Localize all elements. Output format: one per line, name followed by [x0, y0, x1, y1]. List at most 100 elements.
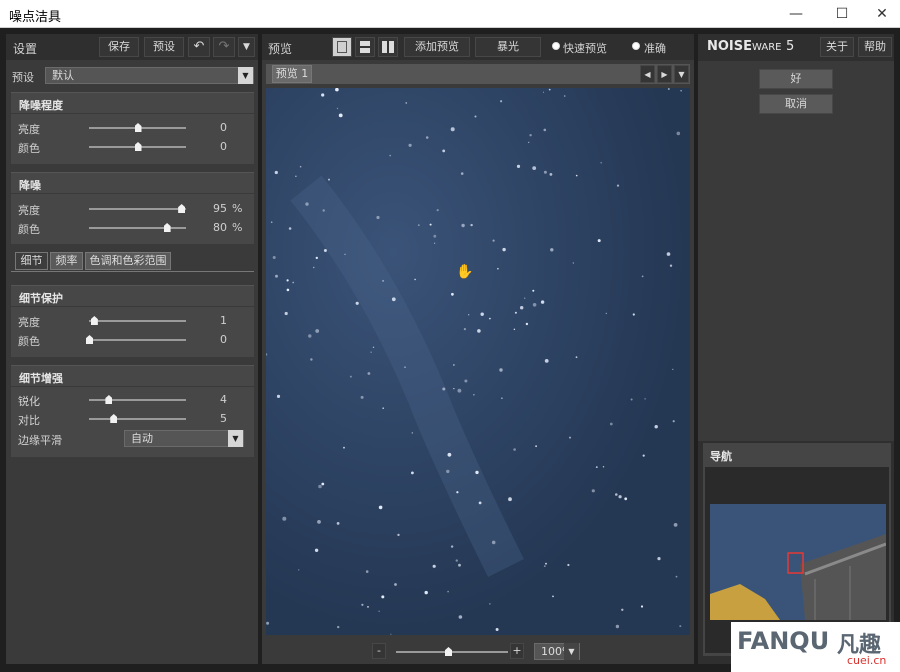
minimize-button[interactable]: —	[776, 0, 816, 28]
preset-select[interactable]: 默认 ▼	[45, 67, 254, 84]
accurate-radio[interactable]	[632, 42, 640, 50]
chevron-down-icon[interactable]: ▼	[674, 65, 689, 83]
split-vertical-icon[interactable]	[378, 37, 398, 57]
star	[321, 93, 325, 97]
star	[602, 466, 605, 468]
slider-thumb[interactable]	[105, 395, 113, 404]
tab-detail[interactable]: 细节	[15, 252, 48, 270]
star	[595, 466, 598, 468]
preview-image[interactable]: ✋	[266, 88, 690, 635]
zoom-out-button[interactable]: -	[372, 643, 386, 659]
star	[429, 223, 432, 226]
star	[463, 328, 466, 331]
navigator-thumbnail[interactable]	[710, 504, 886, 620]
star	[313, 266, 315, 269]
save-button[interactable]: 保存	[99, 37, 139, 57]
settings-panel: 设置 保存 预设 ↶ ↷ ▼ 预设 默认 ▼ 降噪程度 亮度 0 颜色 0 降噪…	[6, 34, 258, 664]
maximize-button[interactable]: ☐	[822, 0, 862, 28]
watermark-logo: FANQU 凡趣 cuei.cn	[731, 622, 900, 672]
contrast-slider[interactable]	[89, 418, 186, 420]
zoom-slider-thumb[interactable]	[445, 647, 452, 656]
star	[621, 608, 624, 611]
star	[567, 563, 570, 567]
zoom-slider[interactable]	[396, 651, 508, 653]
slider-thumb[interactable]	[134, 142, 142, 151]
slider-thumb[interactable]	[178, 204, 186, 213]
star	[382, 407, 384, 410]
star	[378, 505, 383, 510]
noise-reduction-color-slider[interactable]	[89, 227, 186, 229]
scroll-left-icon[interactable]: ◀	[640, 65, 655, 83]
tab-tone-color-range[interactable]: 色调和色彩范围	[85, 252, 171, 270]
noise-reduction-luminance-slider[interactable]	[89, 208, 186, 210]
star	[299, 165, 302, 168]
star	[336, 522, 340, 525]
detail-protection-luminance-slider[interactable]	[89, 320, 186, 322]
zoom-in-button[interactable]: +	[510, 643, 524, 659]
about-button[interactable]: 关于	[820, 37, 854, 57]
row-label: 对比	[18, 414, 40, 427]
star	[615, 493, 618, 496]
star	[408, 143, 412, 147]
star	[500, 100, 503, 103]
star	[545, 562, 547, 565]
single-view-icon[interactable]	[332, 37, 352, 57]
zoom-select[interactable]: 100% ▼	[534, 643, 580, 660]
edge-smoothing-select[interactable]: 自动 ▼	[124, 430, 244, 447]
star	[654, 425, 658, 429]
star	[673, 523, 678, 527]
star	[666, 252, 671, 256]
right-body	[698, 61, 894, 441]
row-value: 4	[220, 393, 227, 406]
split-horizontal-icon[interactable]	[355, 37, 375, 57]
divider	[11, 306, 254, 307]
star	[424, 590, 428, 595]
row-value: 80	[213, 221, 227, 234]
chevron-down-icon[interactable]: ▼	[238, 37, 255, 57]
undo-icon[interactable]: ↶	[188, 37, 210, 57]
right-panel: NOISEWARE 5 关于 帮助 好 取消 导航	[698, 34, 894, 664]
star	[447, 452, 452, 457]
close-button[interactable]: ✕	[862, 0, 900, 28]
star	[286, 288, 290, 292]
star	[276, 394, 281, 398]
slider-thumb[interactable]	[110, 414, 118, 423]
slider-thumb[interactable]	[86, 335, 93, 344]
slider-thumb[interactable]	[134, 123, 142, 132]
slider-thumb[interactable]	[90, 316, 98, 325]
ok-button[interactable]: 好	[759, 69, 833, 89]
star	[489, 317, 491, 320]
cancel-button[interactable]: 取消	[759, 94, 833, 114]
star	[667, 88, 670, 90]
detail-protection-color-slider[interactable]	[89, 339, 186, 341]
star	[442, 149, 446, 153]
scroll-right-icon[interactable]: ▶	[657, 65, 672, 83]
tab-frequency[interactable]: 频率	[50, 252, 83, 270]
sharpen-slider[interactable]	[89, 399, 186, 401]
star	[495, 628, 499, 631]
star	[450, 545, 454, 548]
star	[460, 172, 464, 175]
star	[275, 274, 278, 278]
zoom-controls: - + 100% ▼	[372, 643, 582, 661]
star	[266, 621, 270, 625]
star	[318, 484, 322, 489]
redo-icon[interactable]: ↷	[213, 37, 235, 57]
presets-button[interactable]: 预设	[144, 37, 184, 57]
logo-bold: NOISE	[707, 39, 753, 54]
help-button[interactable]: 帮助	[858, 37, 892, 57]
star	[516, 164, 521, 168]
star	[310, 358, 313, 361]
star	[501, 397, 503, 400]
star	[618, 495, 622, 499]
fast-preview-radio[interactable]	[552, 42, 560, 50]
row-value: 0	[220, 140, 227, 153]
star	[414, 278, 416, 281]
tab-preview-1[interactable]: 预览 1	[272, 65, 312, 83]
add-preview-button[interactable]: 添加预览	[404, 37, 470, 57]
logo-light: WARE	[752, 42, 782, 53]
star	[528, 141, 530, 144]
slider-thumb[interactable]	[163, 223, 171, 232]
exposure-button[interactable]: 暴光	[475, 37, 541, 57]
star	[381, 595, 385, 599]
